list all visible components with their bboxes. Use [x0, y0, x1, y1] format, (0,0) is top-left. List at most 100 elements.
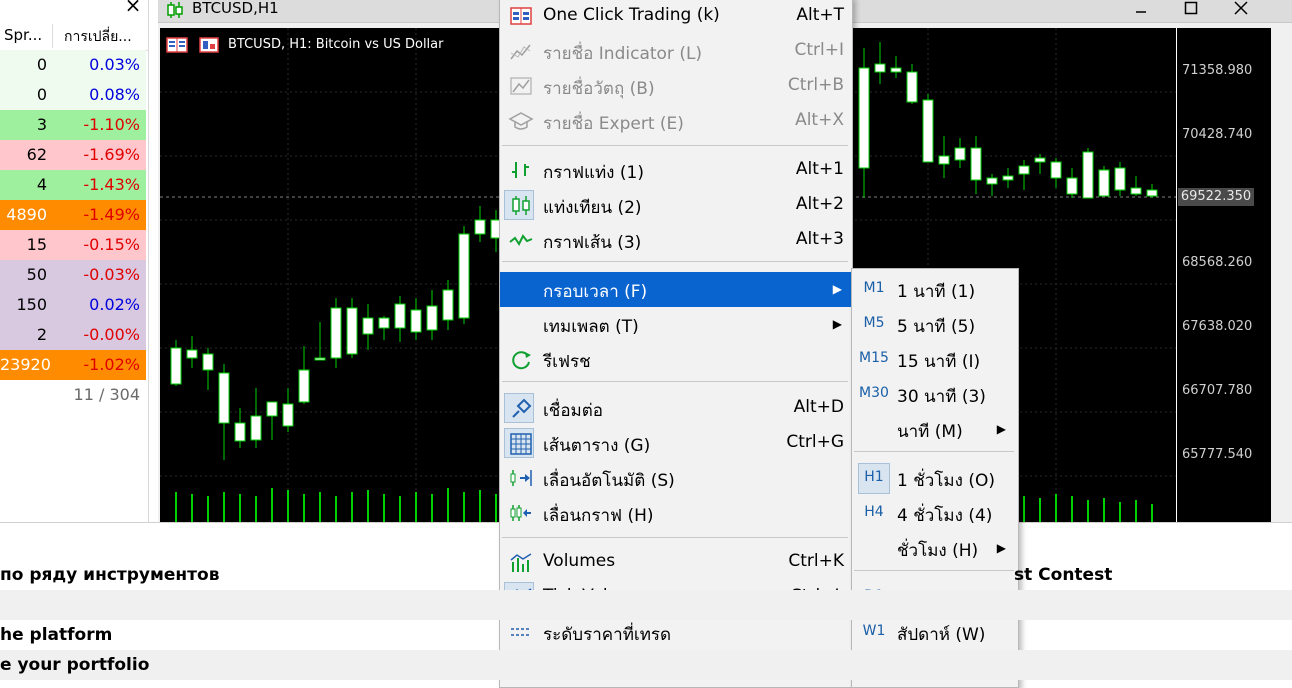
spread-cell: 0 — [0, 80, 52, 110]
market-watch-row[interactable]: 50 -0.03% — [0, 260, 146, 290]
menu-item[interactable]: รายชื่อ Indicator (L) Ctrl+I — [500, 34, 852, 69]
price-tick-label: 71358.980 — [1182, 63, 1253, 78]
menu-item[interactable]: One Click Trading (k) Alt+T — [500, 0, 852, 34]
timeframe-code: M30 — [859, 385, 889, 401]
menu-item-label: รายชื่อ Expert (E) — [543, 114, 684, 134]
column-divider — [52, 24, 53, 48]
submenu-arrow-icon: ▶ — [832, 317, 842, 331]
market-watch-row[interactable]: 23920 -1.02% — [0, 350, 146, 380]
menu-item-label: เส้นตาราง (G) — [543, 436, 651, 456]
spread-cell: 4 — [0, 170, 52, 200]
menu-item[interactable]: แท่งเทียน (2) Alt+2 — [500, 188, 852, 223]
market-watch-row[interactable]: 4890 -1.49% — [0, 200, 146, 230]
candle-body — [362, 317, 374, 335]
timeframe-label: นาที (M) — [897, 422, 963, 442]
timeframe-label: 15 นาที (I) — [897, 352, 981, 372]
spread-value: 23920 — [0, 355, 51, 374]
pin-icon — [512, 398, 532, 418]
spread-value: 0 — [36, 55, 47, 74]
timeframe-code: H1 — [864, 469, 884, 485]
spread-cell: 3 — [0, 110, 52, 140]
candle-body — [858, 67, 870, 169]
change-cell: -1.43% — [52, 170, 146, 200]
news-row[interactable]: he platform — [0, 620, 1292, 650]
close-icon — [1234, 1, 1248, 15]
menu-item[interactable]: กราฟเส้น (3) Alt+3 — [500, 223, 852, 258]
candle-body — [986, 177, 998, 185]
menu-item[interactable]: รีเฟรช — [500, 342, 852, 377]
timeframe-label: 30 นาที (3) — [897, 387, 986, 407]
market-watch-row[interactable]: 4 -1.43% — [0, 170, 146, 200]
spread-value: 4890 — [6, 205, 47, 224]
candle-body — [458, 233, 470, 319]
market-watch-row[interactable]: 15 -0.15% — [0, 230, 146, 260]
change-value: -1.02% — [83, 355, 140, 374]
menu-item-label: รายชื่อวัตถุ (B) — [543, 79, 655, 99]
menu-item-shortcut: Alt+D — [793, 397, 844, 417]
menu-item-label: เชื่อมต่อ — [543, 401, 604, 421]
candle-body — [170, 347, 182, 385]
candle-body — [938, 155, 950, 165]
candle-body — [218, 372, 230, 424]
auto-scroll-icon — [510, 470, 532, 486]
close-window-button[interactable] — [1224, 0, 1258, 22]
candle-body — [1082, 151, 1094, 199]
close-icon[interactable]: × — [120, 0, 146, 16]
market-watch-row[interactable]: 0 0.08% — [0, 80, 146, 110]
market-watch-row[interactable]: 62 -1.69% — [0, 140, 146, 170]
change-cell: -0.15% — [52, 230, 146, 260]
spread-value: 2 — [36, 325, 47, 344]
change-cell: -1.10% — [52, 110, 146, 140]
menu-item[interactable]: กรอบเวลา (F) ▶ — [500, 272, 852, 307]
price-tick-label: 65777.540 — [1182, 447, 1253, 462]
timeframe-label: 5 นาที (5) — [897, 317, 976, 337]
timeframe-item[interactable]: M5 5 นาที (5) — [852, 307, 1018, 342]
menu-item-label: กราฟแท่ง (1) — [543, 163, 644, 183]
menu-item[interactable]: เชื่อมต่อ Alt+D — [500, 391, 852, 426]
timeframe-code: M5 — [863, 315, 885, 331]
change-cell: 0.08% — [52, 80, 146, 110]
column-header-spread[interactable]: Spr... — [4, 26, 42, 44]
news-row[interactable]: e your portfolio — [0, 650, 1292, 680]
timeframe-item[interactable]: M30 30 นาที (3) — [852, 377, 1018, 412]
menu-item[interactable]: รายชื่อ Expert (E) Alt+X — [500, 104, 852, 139]
change-cell: -1.49% — [52, 200, 146, 230]
submenu-arrow-icon: ▶ — [996, 541, 1006, 555]
menu-item[interactable]: เลื่อนกราฟ (H) — [500, 496, 852, 531]
candle-body — [1002, 175, 1014, 181]
chart-symbol-label: BTCUSD, H1: Bitcoin vs US Dollar — [228, 37, 444, 52]
spread-value: 0 — [36, 85, 47, 104]
minimize-icon — [1136, 11, 1146, 13]
market-watch-row[interactable]: 0 0.03% — [0, 50, 146, 80]
market-watch-row[interactable]: 150 0.02% — [0, 290, 146, 320]
menu-item[interactable]: เลื่อนอัตโนมัติ (S) — [500, 461, 852, 496]
market-watch-row[interactable]: 2 -0.00% — [0, 320, 146, 350]
timeframe-item[interactable]: H1 1 ชั่วโมง (O) — [852, 461, 1018, 496]
menu-item[interactable]: กราฟแท่ง (1) Alt+1 — [500, 153, 852, 188]
candle-body — [202, 353, 214, 371]
market-watch-row[interactable]: 3 -1.10% — [0, 110, 146, 140]
menu-item[interactable]: รายชื่อวัตถุ (B) Ctrl+B — [500, 69, 852, 104]
menu-item[interactable]: เส้นตาราง (G) Ctrl+G — [500, 426, 852, 461]
minimize-button[interactable] — [1124, 0, 1158, 22]
news-row[interactable] — [0, 590, 1292, 620]
candle-body — [314, 357, 326, 361]
candle-body — [954, 147, 966, 161]
spread-value: 50 — [26, 265, 47, 284]
chart-window-title: BTCUSD,H1 — [192, 0, 279, 17]
timeframe-item[interactable]: H4 4 ชั่วโมง (4) — [852, 496, 1018, 531]
menu-separator — [502, 537, 848, 538]
timeframe-item[interactable]: นาที (M) ▶ — [852, 412, 1018, 447]
news-row[interactable]: по ряду инструментов st Contest — [0, 560, 1292, 590]
menu-item[interactable]: เทมเพลต (T) ▶ — [500, 307, 852, 342]
spread-value: 4 — [36, 175, 47, 194]
menu-separator — [502, 261, 848, 262]
timeframe-item[interactable]: M1 1 นาที (1) — [852, 272, 1018, 307]
candle-body — [1034, 157, 1046, 163]
timeframe-item[interactable]: M15 15 นาที (I) — [852, 342, 1018, 377]
maximize-button[interactable] — [1174, 0, 1208, 22]
menu-item-label: เลื่อนกราฟ (H) — [543, 506, 654, 526]
spread-cell: 4890 — [0, 200, 52, 230]
column-header-change[interactable]: การเปลี่ย... — [64, 26, 132, 48]
candle-body — [1098, 169, 1110, 197]
